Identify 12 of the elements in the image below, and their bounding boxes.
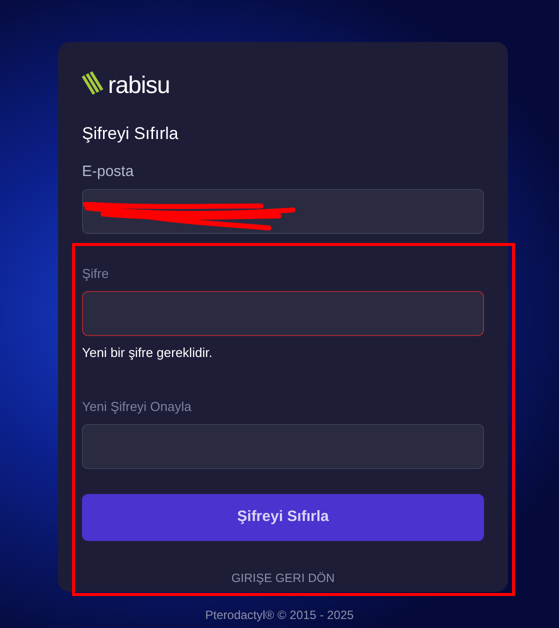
- error-message: Yeni bir şifre gereklidir.: [82, 344, 214, 362]
- reset-password-button[interactable]: Şifreyi Sıfırla: [82, 494, 484, 541]
- page-title: Şifreyi Sıfırla: [82, 124, 180, 144]
- field-label: Yeni Şifreyi Onayla: [82, 398, 192, 416]
- footer-text: Pterodactyl® © 2015 - 2025: [205, 607, 354, 624]
- field-label: E-posta: [82, 162, 135, 182]
- input-field[interactable]: [82, 291, 484, 336]
- input-field[interactable]: [82, 424, 484, 469]
- back-to-login-link[interactable]: GIRIŞE GERI DÖN: [231, 569, 335, 587]
- logo-text: rabisu: [108, 74, 170, 98]
- input-field[interactable]: [82, 189, 484, 234]
- field-label: Şifre: [82, 265, 110, 283]
